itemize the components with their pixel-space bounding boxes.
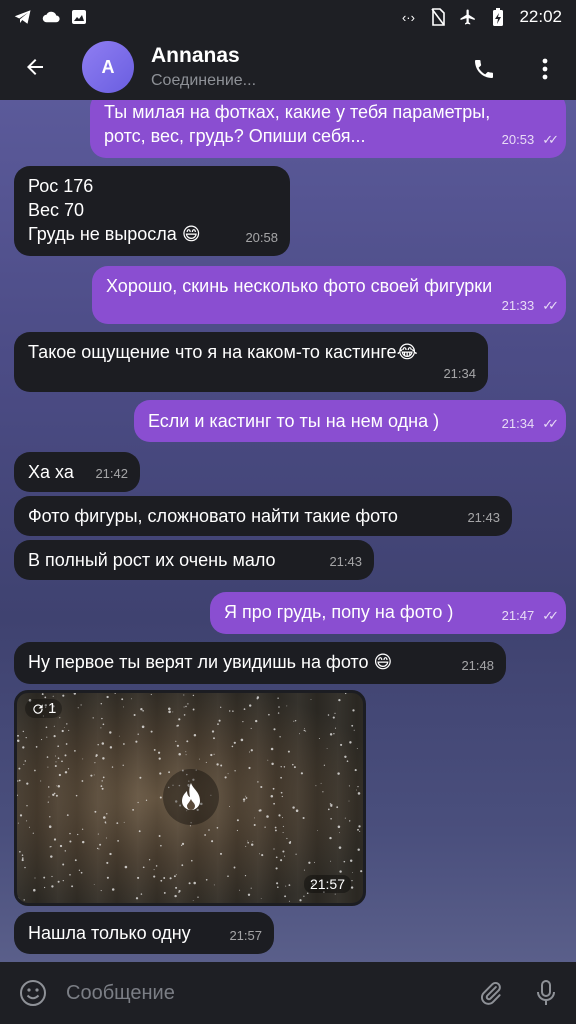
- message-time: 21:43: [329, 554, 362, 569]
- message-time: 21:57: [229, 928, 262, 943]
- message-text: Ну первое ты верят ли увидишь на фото: [28, 652, 369, 672]
- message-text: Грудь не выросла: [28, 224, 177, 244]
- more-vertical-icon: [542, 58, 548, 80]
- microphone-icon: [537, 980, 555, 1005]
- double-check-icon: ✓✓: [542, 298, 559, 313]
- refresh-icon: [33, 703, 43, 714]
- smile-icon: [20, 980, 46, 1006]
- message-bubble-outgoing[interactable]: Хорошо, скинь несколько фото своей фигур…: [92, 266, 566, 324]
- fire-button[interactable]: [163, 769, 219, 825]
- microphone-button[interactable]: [516, 962, 576, 1024]
- double-check-icon: ✓✓: [542, 132, 559, 147]
- message-time: 21:48: [461, 658, 494, 673]
- grinning-emoji: 😄: [373, 652, 393, 672]
- message-bubble-incoming[interactable]: Фото фигуры, сложновато найти такие фото…: [14, 496, 512, 536]
- call-button[interactable]: [466, 51, 502, 87]
- message-text: ротс, вес, грудь? Опиши себя...: [104, 126, 366, 146]
- message-text: Фото фигуры, сложновато найти такие фото: [28, 506, 398, 526]
- message-text: Такое ощущение что я на каком-то кастинг…: [28, 342, 397, 362]
- arrow-left-icon: [27, 59, 43, 75]
- fire-icon: [182, 783, 200, 810]
- phone-icon: [475, 60, 493, 78]
- paperclip-icon: [481, 981, 501, 1005]
- chat-title: Annanas: [151, 44, 240, 67]
- double-check-icon: ✓✓: [542, 608, 559, 623]
- message-time: 21:34 ✓✓: [502, 412, 559, 436]
- telegram-icon: [14, 8, 32, 26]
- message-text: Хорошо, скинь несколько фото своей фигур…: [106, 276, 493, 296]
- message-bubble-outgoing[interactable]: Ты милая на фотках, какие у тебя парамет…: [90, 100, 566, 158]
- message-bubble-incoming[interactable]: Рос 176 Вес 70 Грудь не выросла 😄 20:58: [14, 166, 290, 256]
- attach-button[interactable]: [466, 962, 516, 1024]
- back-button[interactable]: [0, 34, 70, 100]
- message-time: 21:42: [95, 466, 128, 481]
- battery-charging-icon: [489, 8, 507, 26]
- airplane-icon: [459, 8, 477, 26]
- chat-status: Соединение...: [151, 72, 257, 89]
- message-text: В полный рост их очень мало: [28, 550, 276, 570]
- message-input-bar: [0, 962, 576, 1024]
- message-time: 21:43: [467, 510, 500, 525]
- chat-area[interactable]: Ты милая на фотках, какие у тебя парамет…: [0, 100, 576, 962]
- data-saver-icon: ‹·›: [401, 9, 415, 25]
- photo-message[interactable]: 1 21:57: [14, 690, 366, 906]
- avatar-letter: A: [101, 56, 115, 77]
- message-bubble-incoming[interactable]: Ну первое ты верят ли увидишь на фото 😄 …: [14, 642, 506, 684]
- message-time: 21:34: [443, 366, 476, 381]
- message-text: Вес 70: [28, 200, 85, 220]
- message-bubble-incoming[interactable]: В полный рост их очень мало 21:43: [14, 540, 374, 580]
- grinning-emoji: 😄: [181, 224, 201, 244]
- message-time: 21:33 ✓✓: [502, 294, 559, 318]
- message-text: Если и кастинг то ты на нем одна ): [148, 411, 440, 431]
- photo-time: 21:57: [303, 875, 351, 893]
- emoji-button[interactable]: [0, 962, 66, 1024]
- message-bubble-outgoing[interactable]: Я про грудь, попу на фото ) 21:47 ✓✓: [210, 592, 566, 634]
- double-check-icon: ✓✓: [542, 416, 559, 431]
- status-bar: ‹·› 22:02: [0, 0, 576, 34]
- no-sim-icon: [429, 8, 447, 26]
- message-bubble-outgoing[interactable]: Если и кастинг то ты на нем одна ) 21:34…: [134, 400, 566, 442]
- chat-header: A Annanas Соединение...: [0, 34, 576, 100]
- view-once-badge: 1: [25, 699, 63, 718]
- laughing-emoji: 😂: [396, 342, 418, 362]
- message-text: Рос 176: [28, 176, 94, 196]
- cloud-icon: [42, 8, 60, 26]
- message-bubble-incoming[interactable]: Такое ощущение что я на каком-то кастинг…: [14, 332, 488, 392]
- message-time: 21:47 ✓✓: [502, 604, 559, 628]
- message-bubble-incoming[interactable]: Нашла только одну 21:57: [14, 912, 274, 954]
- message-text: Ты милая на фотках, какие у тебя парамет…: [104, 102, 491, 122]
- chat-title-block[interactable]: Annanas Соединение...: [151, 44, 256, 90]
- message-time: 20:53 ✓✓: [502, 128, 559, 152]
- more-options-button[interactable]: [530, 51, 560, 87]
- status-time: 22:02: [519, 7, 562, 26]
- message-text: Нашла только одну: [28, 923, 191, 943]
- message-bubble-incoming[interactable]: Ха ха 21:42: [14, 452, 140, 492]
- avatar[interactable]: A: [82, 41, 134, 93]
- image-icon: [70, 8, 88, 26]
- message-time: 20:58: [245, 230, 278, 245]
- message-input[interactable]: [66, 973, 466, 1013]
